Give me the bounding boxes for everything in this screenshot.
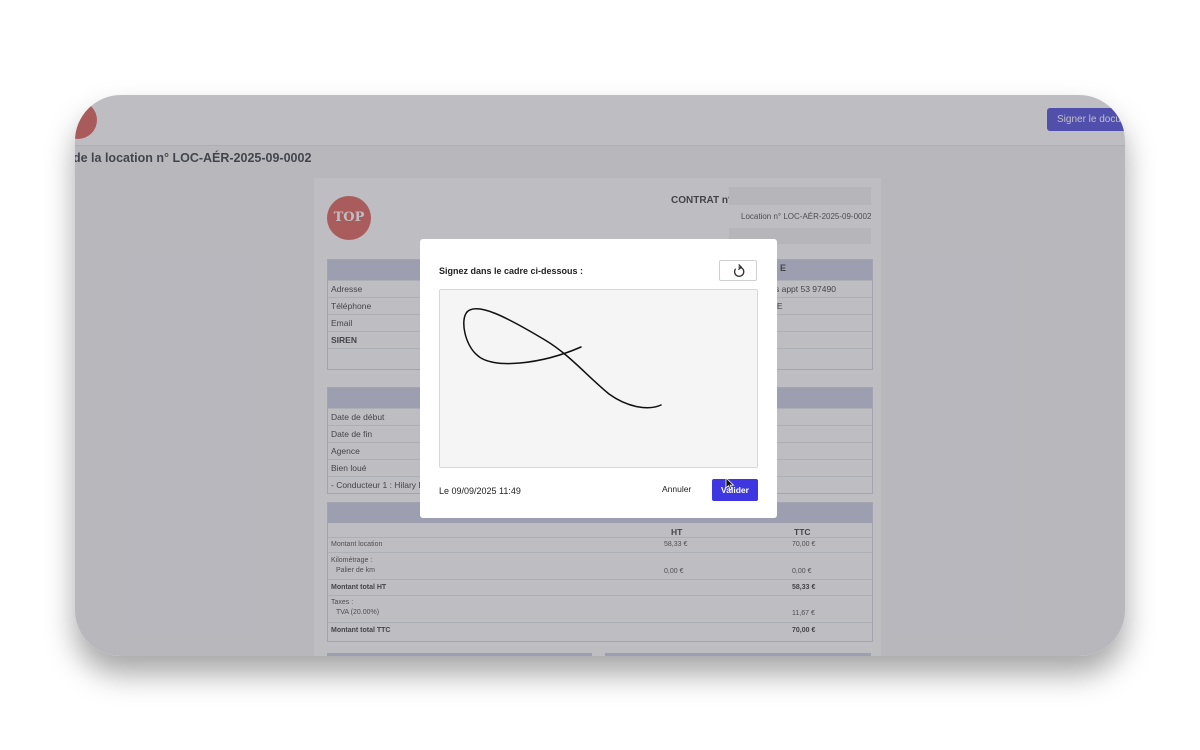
signature-pad[interactable] (439, 289, 758, 468)
signature-drawing (463, 308, 662, 409)
app-background: Signer le docu de la location n° LOC-AÉR… (75, 95, 1125, 656)
validate-button[interactable]: Valider (712, 479, 758, 501)
screen-frame: Signer le docu de la location n° LOC-AÉR… (75, 95, 1125, 656)
reset-icon (733, 264, 745, 277)
signature-modal: Signez dans le cadre ci-dessous : Le 09/… (420, 239, 777, 518)
signature-instruction: Signez dans le cadre ci-dessous : (439, 266, 584, 276)
cancel-button[interactable]: Annuler (658, 482, 695, 496)
reset-signature-button[interactable] (719, 260, 757, 281)
signature-date: Le 09/09/2025 11:49 (439, 486, 521, 496)
mouse-cursor-icon (725, 477, 735, 491)
